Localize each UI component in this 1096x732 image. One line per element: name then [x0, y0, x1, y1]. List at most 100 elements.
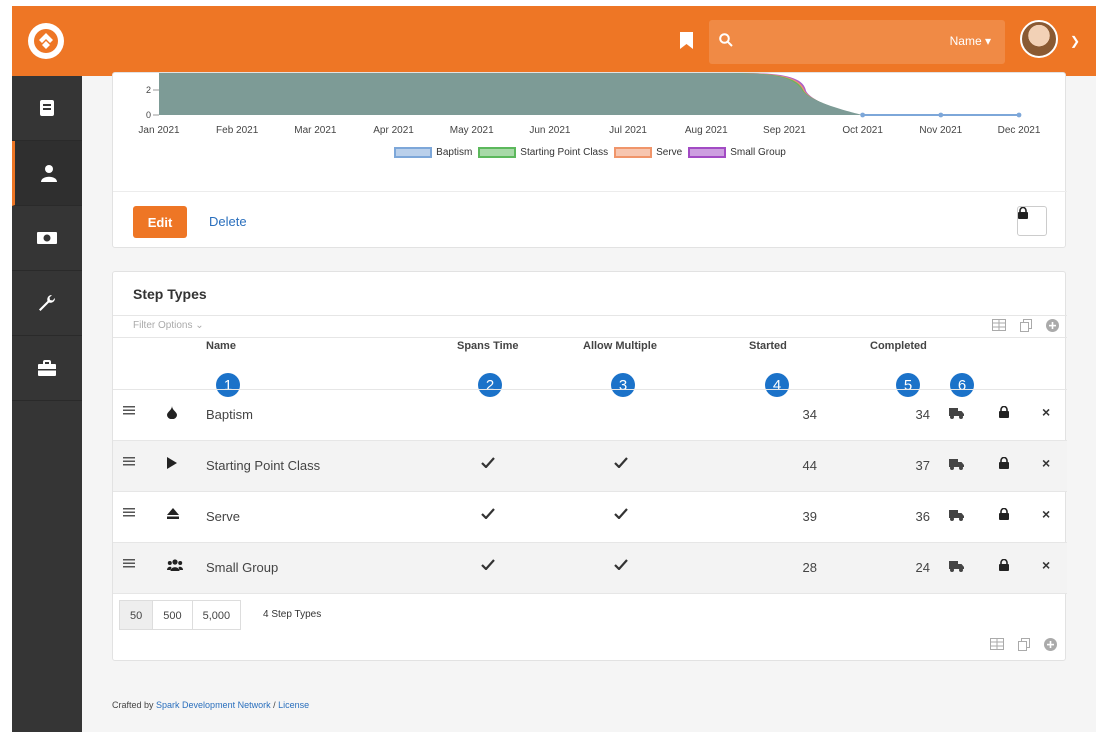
checkmark-icon — [481, 508, 495, 519]
merge-template-icon[interactable] — [1018, 638, 1030, 651]
step-types-panel: Step Types Filter Options ⌄ Name Spans T… — [112, 271, 1067, 661]
search-scope-dropdown[interactable]: Name ▾ — [950, 34, 991, 48]
main-content: 2 0 Jan 2021 Feb 2021 Mar 2021 Apr 2021 May 20… — [82, 72, 1096, 732]
delete-icon[interactable]: × — [1042, 404, 1050, 420]
excel-export-icon[interactable] — [990, 638, 1004, 650]
sidebar-item-book[interactable] — [12, 76, 82, 141]
item-count: 4 Step Types — [263, 609, 322, 620]
filter-bar: Filter Options ⌄ — [113, 316, 1067, 338]
rock-logo[interactable] — [28, 23, 64, 59]
sidebar-item-admin-tools[interactable] — [12, 271, 82, 336]
checkmark-icon — [614, 559, 628, 570]
users-icon — [167, 559, 183, 571]
legend-label: Small Group — [730, 147, 786, 158]
chevron-down-icon[interactable]: ❯ — [1070, 34, 1080, 48]
security-button[interactable] — [1017, 206, 1047, 236]
table-row[interactable]: Baptism 34 34 × — [113, 389, 1067, 440]
sidebar-item-finance[interactable] — [12, 206, 82, 271]
play-icon — [167, 457, 177, 469]
chart-x-tick-label: Apr 2021 — [373, 125, 414, 136]
avatar[interactable] — [1020, 20, 1058, 58]
chart-x-tick-label: Nov 2021 — [919, 125, 962, 136]
spark-link[interactable]: Spark Development Network — [156, 700, 271, 710]
app-header: Name ▾ ❯ — [12, 6, 1096, 76]
bulk-update-truck-icon[interactable] — [949, 510, 964, 521]
drag-handle-icon[interactable] — [123, 506, 135, 518]
excel-export-icon[interactable] — [992, 319, 1006, 331]
checkmark-icon — [614, 457, 628, 468]
filter-options-toggle[interactable]: Filter Options ⌄ — [133, 320, 204, 331]
chart-x-tick-label: Jun 2021 — [529, 125, 571, 136]
column-spans-time[interactable]: Spans Time — [457, 340, 519, 352]
license-link[interactable]: License — [278, 700, 309, 710]
add-icon[interactable] — [1044, 638, 1057, 651]
sidebar-item-briefcase[interactable] — [12, 336, 82, 401]
drag-handle-icon[interactable] — [123, 404, 135, 416]
started-count: 34 — [802, 407, 817, 422]
lock-icon[interactable] — [999, 406, 1009, 418]
bulk-update-truck-icon[interactable] — [949, 561, 964, 572]
chart-x-tick-label: Oct 2021 — [842, 125, 883, 136]
edit-button[interactable]: Edit — [133, 206, 187, 238]
legend-item[interactable]: Serve — [614, 147, 682, 158]
column-name[interactable]: Name — [206, 340, 236, 352]
bookmark-icon[interactable] — [680, 32, 693, 49]
filter-options-label: Filter Options — [133, 320, 193, 331]
search-box[interactable]: Name ▾ — [709, 20, 1005, 64]
table-footer-divider — [113, 593, 1067, 594]
chart-x-tick-label: Mar 2021 — [294, 125, 337, 136]
column-completed[interactable]: Completed — [870, 340, 927, 352]
steps-area-chart: 2 0 Jan 2021 Feb 2021 Mar 2021 Apr 2021 May 20… — [138, 73, 1041, 136]
step-type-name[interactable]: Starting Point Class — [206, 458, 320, 473]
page-size-option[interactable]: 500 — [152, 600, 193, 630]
completed-count: 36 — [915, 509, 930, 524]
legend-item[interactable]: Baptism — [394, 147, 472, 158]
footer-separator: / — [270, 700, 279, 710]
table-row[interactable]: Small Group 28 24 × — [113, 542, 1067, 593]
step-type-name[interactable]: Small Group — [206, 560, 278, 575]
bulk-update-truck-icon[interactable] — [949, 408, 964, 419]
chart-x-tick-label: May 2021 — [450, 125, 494, 136]
completed-count: 37 — [915, 458, 930, 473]
delete-icon[interactable]: × — [1042, 455, 1050, 471]
add-icon[interactable] — [1046, 319, 1059, 332]
chart-legend: Baptism Starting Point Class Serve Small Gr… — [113, 147, 1067, 158]
legend-item[interactable]: Starting Point Class — [478, 147, 608, 158]
delete-link[interactable]: Delete — [209, 214, 247, 229]
legend-swatch — [394, 147, 433, 158]
drag-handle-icon[interactable] — [123, 557, 135, 569]
merge-template-icon[interactable] — [1020, 319, 1032, 332]
briefcase-icon — [38, 360, 56, 376]
footer-prefix: Crafted by — [112, 700, 157, 710]
lock-icon — [1018, 207, 1028, 219]
lock-icon[interactable] — [999, 508, 1009, 520]
column-started[interactable]: Started — [749, 340, 787, 352]
lock-icon[interactable] — [999, 559, 1009, 571]
chart-data-point — [860, 112, 866, 118]
chart-data-point — [938, 112, 944, 118]
page-size-option[interactable]: 5,000 — [191, 600, 242, 630]
delete-icon[interactable]: × — [1042, 557, 1050, 573]
legend-swatch — [688, 147, 727, 158]
lock-icon[interactable] — [999, 457, 1009, 469]
rock-logo-icon — [34, 29, 58, 53]
chart-x-tick-label: Jul 2021 — [609, 125, 647, 136]
checkmark-icon — [481, 559, 495, 570]
drag-handle-icon[interactable] — [123, 455, 135, 467]
page-size-option[interactable]: 50 — [119, 600, 154, 630]
step-type-name[interactable]: Serve — [206, 509, 240, 524]
step-type-name[interactable]: Baptism — [206, 407, 253, 422]
chart-x-tick-label: Dec 2021 — [998, 125, 1041, 136]
column-allow-multiple[interactable]: Allow Multiple — [583, 340, 657, 352]
delete-icon[interactable]: × — [1042, 506, 1050, 522]
table-row[interactable]: Serve 39 36 × — [113, 491, 1067, 542]
page-size-selector: 50 500 5,000 — [119, 600, 242, 630]
grid-tools-bottom — [990, 638, 1057, 651]
eject-icon — [167, 508, 179, 519]
chart-x-tick-label: Aug 2021 — [685, 125, 728, 136]
table-row[interactable]: Starting Point Class 44 37 × — [113, 440, 1067, 491]
sidebar-item-person[interactable] — [12, 141, 82, 206]
bulk-update-truck-icon[interactable] — [949, 459, 964, 470]
legend-item[interactable]: Small Group — [688, 147, 786, 158]
sidebar — [12, 76, 82, 732]
